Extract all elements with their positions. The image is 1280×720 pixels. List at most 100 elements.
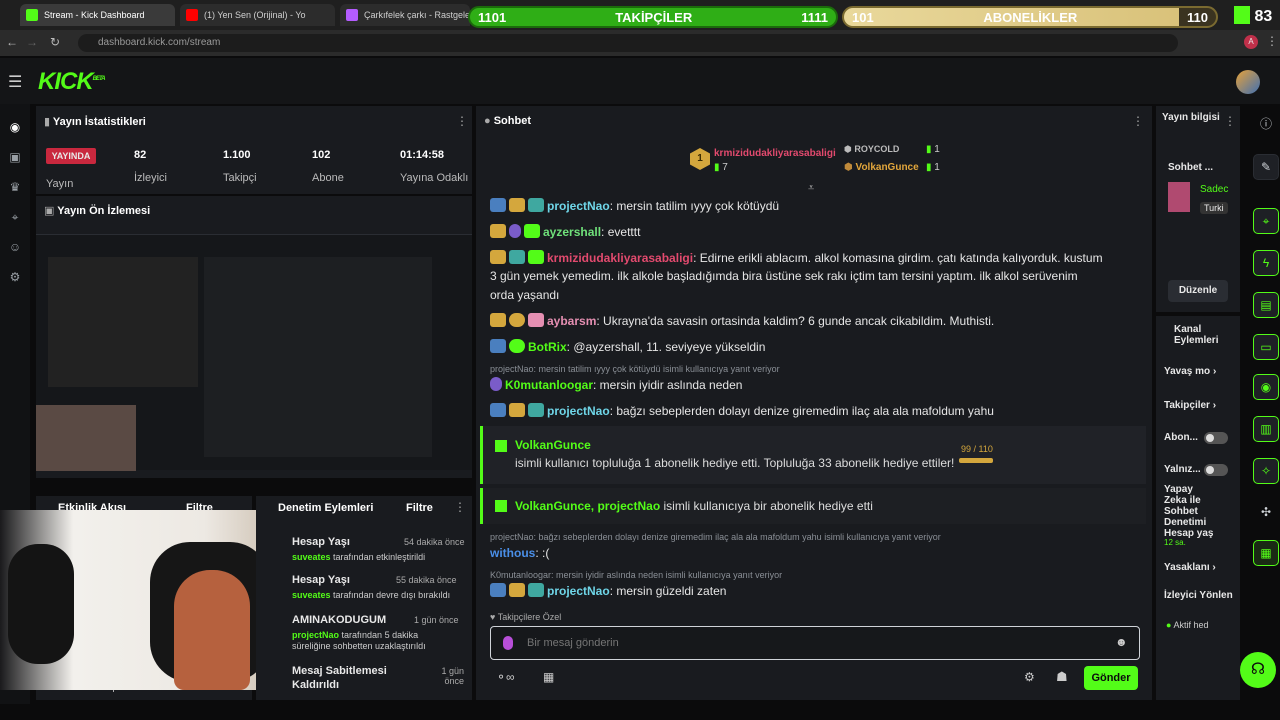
- kick-logo[interactable]: KICKBETA: [38, 68, 106, 96]
- stats-title: ▮ Yayın İstatistikleri: [44, 115, 146, 128]
- moderation-title: Denetim Eylemleri: [278, 502, 374, 514]
- viewers-label: İzleyici: [134, 172, 168, 184]
- live-badge-text: YAYINDA: [51, 151, 91, 161]
- profile-avatar-icon[interactable]: A: [1244, 35, 1258, 49]
- settings-icon[interactable]: ⚙: [1024, 670, 1035, 684]
- mod-item-user[interactable]: suveates: [292, 590, 331, 600]
- lightning-icon[interactable]: ϟ: [1253, 250, 1279, 276]
- emote-mode-label: Yalnız...: [1164, 464, 1201, 475]
- top-gifter-1[interactable]: krmizidudakliyarasabaligi: [714, 148, 836, 159]
- browser-tab-kick-dashboard[interactable]: Stream - Kick Dashboard: [20, 4, 175, 26]
- trophy-nav-icon[interactable]: ♛: [7, 180, 23, 196]
- chat-text: : mersin güzeldi zaten: [609, 584, 727, 598]
- dashboard-nav-icon[interactable]: ▣: [7, 150, 23, 166]
- browser-tab-youtube[interactable]: (1) Yen Sen (Orijinal) - Yo: [180, 4, 335, 26]
- wrench-icon[interactable]: ✧: [1253, 458, 1279, 484]
- moderation-scan-icon[interactable]: ⌖: [1253, 208, 1279, 234]
- chat-username[interactable]: K0mutanloogar: [505, 378, 593, 392]
- user-avatar[interactable]: [1236, 70, 1260, 94]
- url-input[interactable]: dashboard.kick.com/stream: [78, 34, 1178, 52]
- mod-item-title: Hesap Yaşı: [292, 574, 350, 586]
- preview-title-text: Yayın Ön İzlemesi: [57, 205, 151, 217]
- bot-icon[interactable]: ☗: [1056, 669, 1068, 685]
- moderation-menu-icon[interactable]: ⋮: [454, 500, 466, 514]
- chat-bubble-icon: ●: [484, 115, 494, 127]
- broadcast-icon[interactable]: ◉: [1253, 374, 1279, 400]
- stream-stats-panel: ▮ Yayın İstatistikleri ⋮ YAYINDA Yayın 8…: [36, 106, 472, 194]
- top-gifter-3[interactable]: VolkanGunce: [856, 162, 919, 173]
- loyalty-points-icon[interactable]: ⚬∞: [496, 670, 515, 684]
- crown-badge-icon: [490, 250, 506, 264]
- info-icon[interactable]: ⓘ: [1253, 112, 1279, 138]
- send-button[interactable]: Gönder: [1084, 666, 1138, 690]
- chat-username[interactable]: projectNao: [547, 584, 610, 598]
- followers-goal-bar: 1101 TAKİPÇİLER 1111: [468, 6, 838, 28]
- microphone-icon[interactable]: [503, 636, 513, 650]
- preview-video[interactable]: [36, 234, 472, 471]
- viewer-redirect-label[interactable]: İzleyici Yönlen: [1164, 590, 1233, 601]
- moderator-badge-icon: [490, 403, 506, 417]
- collapse-icon[interactable]: ⩡: [808, 182, 814, 195]
- reload-icon[interactable]: ↻: [50, 35, 60, 49]
- chevron-right-icon: ›: [1212, 400, 1217, 411]
- community-nav-icon[interactable]: ☺: [7, 240, 23, 256]
- chat-username[interactable]: withous: [490, 546, 535, 560]
- url-text: dashboard.kick.com/stream: [98, 37, 221, 48]
- chat-username[interactable]: aybarsm: [547, 314, 596, 328]
- stream-nav-icon[interactable]: ◉: [7, 120, 23, 136]
- hamburger-menu-icon[interactable]: ☰: [8, 72, 22, 92]
- subs-goal-start: 101: [852, 9, 874, 25]
- store-icon[interactable]: ▦: [543, 670, 554, 684]
- chat-username[interactable]: BotRix: [528, 340, 567, 354]
- chat-message: krmizidudakliyarasabaligi: Edirne erikli…: [490, 250, 1103, 265]
- chat-input[interactable]: ☻: [490, 626, 1140, 660]
- layers-icon[interactable]: ▥: [1253, 416, 1279, 442]
- mod-item-user[interactable]: projectNao: [292, 630, 339, 640]
- forward-icon[interactable]: →: [26, 35, 38, 49]
- moderation-nav-icon[interactable]: ⌖: [7, 210, 23, 226]
- ai-moderation-label[interactable]: Yapay Zeka ile Sohbet Denetimi Hesap yaş: [1164, 484, 1216, 539]
- edit-button[interactable]: Düzenle: [1168, 280, 1228, 302]
- banned-words-action[interactable]: Yasaklanı ›: [1164, 562, 1216, 573]
- emoji-icon[interactable]: ☻: [1115, 635, 1128, 649]
- viewers-value: 82: [134, 149, 147, 161]
- active-target-action[interactable]: ● Aktif hed: [1166, 620, 1208, 630]
- browser-tab-wheel[interactable]: Çarkıfelek çarkı - Rastgele Se: [340, 4, 470, 26]
- gift-username[interactable]: VolkanGunce, projectNao: [515, 499, 660, 513]
- chat-username[interactable]: projectNao: [547, 404, 610, 418]
- kick-header: [0, 58, 1280, 104]
- menu-dots-icon[interactable]: ⋮: [1266, 34, 1278, 48]
- document-icon[interactable]: ▤: [1253, 292, 1279, 318]
- webcam-chair: [8, 544, 74, 664]
- chat-icon[interactable]: ▭: [1253, 334, 1279, 360]
- top-gifter-2[interactable]: ROYCOLD: [854, 144, 899, 154]
- slow-mode-action[interactable]: Yavaş mo ›: [1164, 366, 1216, 377]
- top-gifter-1-count: 7: [722, 162, 728, 173]
- crown-badge-icon: [509, 403, 525, 417]
- followers-goal-start: 1101: [478, 9, 507, 25]
- chat-message-field[interactable]: [527, 635, 1087, 651]
- time-value: 01:14:58: [400, 149, 445, 161]
- followers-mode-action[interactable]: Takipçiler ›: [1164, 400, 1216, 411]
- grid-icon[interactable]: ✣: [1253, 500, 1279, 526]
- support-headset-icon[interactable]: ☊: [1240, 652, 1276, 688]
- chat-menu-icon[interactable]: ⋮: [1132, 114, 1144, 128]
- chat-username[interactable]: projectNao: [547, 199, 610, 213]
- gift-username[interactable]: VolkanGunce: [515, 438, 591, 452]
- browser-address-bar: ← → ↻ dashboard.kick.com/stream A ⋮: [0, 30, 1280, 56]
- mod-item-user[interactable]: suveates: [292, 552, 331, 562]
- edit-pen-icon[interactable]: ✎: [1253, 154, 1279, 180]
- mod-item-time: 55 dakika önce: [396, 575, 457, 585]
- emote-mode-toggle[interactable]: [1204, 464, 1228, 476]
- clapper-icon[interactable]: ▦: [1253, 540, 1279, 566]
- stats-menu-icon[interactable]: ⋮: [456, 114, 468, 128]
- wheel-favicon-icon: [346, 9, 358, 21]
- subs-mode-toggle[interactable]: [1204, 432, 1228, 444]
- chat-username[interactable]: ayzershall: [543, 225, 601, 239]
- back-icon[interactable]: ←: [6, 35, 18, 49]
- settings-nav-icon[interactable]: ⚙: [7, 270, 23, 286]
- chat-username[interactable]: krmizidudakliyarasabaligi: [547, 251, 693, 265]
- info-menu-icon[interactable]: ⋮: [1224, 114, 1236, 128]
- moderation-filter-button[interactable]: Filtre: [406, 502, 433, 514]
- tab-label: (1) Yen Sen (Orijinal) - Yo: [204, 10, 306, 20]
